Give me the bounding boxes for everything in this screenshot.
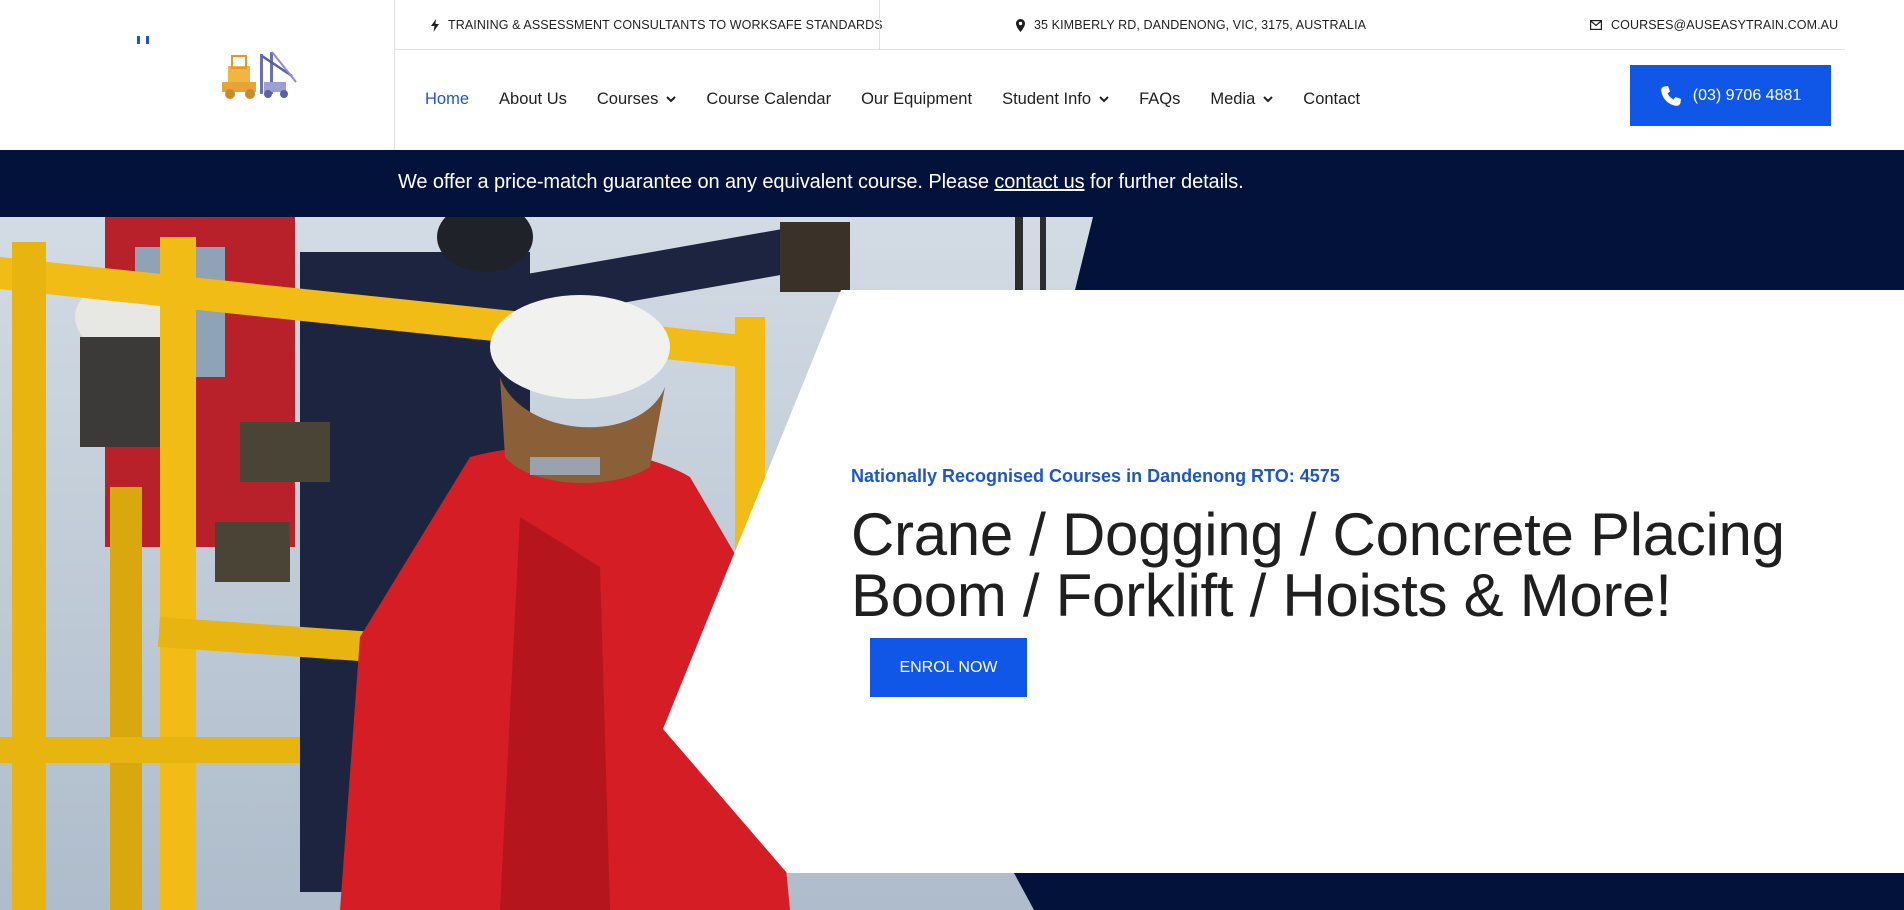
bolt-icon bbox=[431, 18, 439, 32]
nav-label: Media bbox=[1210, 89, 1256, 108]
hero-subtitle: Nationally Recognised Courses in Dandeno… bbox=[851, 466, 1340, 486]
chevron-down-icon bbox=[1263, 95, 1273, 102]
nav-label: Student Info bbox=[1002, 89, 1092, 108]
nav-label: About Us bbox=[499, 89, 567, 108]
map-pin-icon bbox=[1016, 18, 1025, 32]
email-item[interactable]: COURSES@AUSEASYTRAIN.COM.AU bbox=[1590, 0, 1838, 50]
nav-item-courses[interactable]: Courses bbox=[596, 89, 677, 109]
nav-label: FAQs bbox=[1139, 89, 1181, 108]
tagline-text: TRAINING & ASSESSMENT CONSULTANTS TO WOR… bbox=[448, 18, 883, 32]
chevron-down-icon bbox=[666, 95, 677, 102]
contact-us-link[interactable]: contact us bbox=[994, 171, 1084, 193]
envelope-icon bbox=[1590, 20, 1602, 30]
phone-number: (03) 9706 4881 bbox=[1692, 86, 1802, 104]
address-item[interactable]: 35 KIMBERLY RD, DANDENONG, VIC, 3175, AU… bbox=[1016, 0, 1366, 50]
nav-item-contact[interactable]: Contact bbox=[1303, 90, 1360, 109]
notice-text-after: for further details. bbox=[1084, 171, 1244, 193]
site-header: TRAINING & ASSESSMENT CONSULTANTS TO WOR… bbox=[0, 0, 1904, 150]
logo-mark-icon bbox=[134, 36, 172, 47]
nav-label: Course Calendar bbox=[706, 89, 832, 108]
top-info-bar: TRAINING & ASSESSMENT CONSULTANTS TO WOR… bbox=[395, 0, 1845, 50]
nav-label: Home bbox=[425, 89, 470, 108]
forklift-logo-icon bbox=[222, 51, 297, 99]
nav-item-our-equipment[interactable]: Our Equipment bbox=[861, 90, 972, 109]
nav-label: Our Equipment bbox=[861, 89, 973, 108]
hero-title: Crane / Dogging / Concrete Placing Boom … bbox=[851, 501, 1785, 629]
nav-item-student-info[interactable]: Student Info bbox=[1002, 90, 1109, 109]
topbar-divider bbox=[879, 0, 880, 50]
main-nav: Home About Us Courses Course Calendar Ou… bbox=[425, 77, 1390, 121]
nav-item-faqs[interactable]: FAQs bbox=[1139, 90, 1180, 109]
notice-text-before: We offer a price-match guarantee on any … bbox=[398, 171, 995, 193]
hero-section: Nationally Recognised Courses in Dandeno… bbox=[0, 217, 1904, 910]
phone-icon bbox=[1660, 85, 1681, 106]
notice-text: We offer a price-match guarantee on any … bbox=[398, 171, 1244, 194]
nav-label: Contact bbox=[1303, 89, 1361, 108]
email-text: COURSES@AUSEASYTRAIN.COM.AU bbox=[1611, 18, 1839, 32]
nav-label: Courses bbox=[596, 89, 659, 108]
nav-item-course-calendar[interactable]: Course Calendar bbox=[706, 90, 831, 109]
nav-item-about-us[interactable]: About Us bbox=[499, 90, 567, 109]
price-match-banner: We offer a price-match guarantee on any … bbox=[0, 150, 1904, 217]
logo[interactable] bbox=[0, 0, 395, 150]
phone-button[interactable]: (03) 9706 4881 bbox=[1630, 65, 1831, 126]
address-text: 35 KIMBERLY RD, DANDENONG, VIC, 3175, AU… bbox=[1034, 18, 1367, 32]
tagline-item: TRAINING & ASSESSMENT CONSULTANTS TO WOR… bbox=[431, 0, 883, 50]
nav-item-media[interactable]: Media bbox=[1210, 90, 1273, 109]
enrol-now-button[interactable]: ENROL NOW bbox=[870, 638, 1027, 697]
nav-item-home[interactable]: Home bbox=[425, 90, 469, 109]
chevron-down-icon bbox=[1099, 95, 1109, 102]
